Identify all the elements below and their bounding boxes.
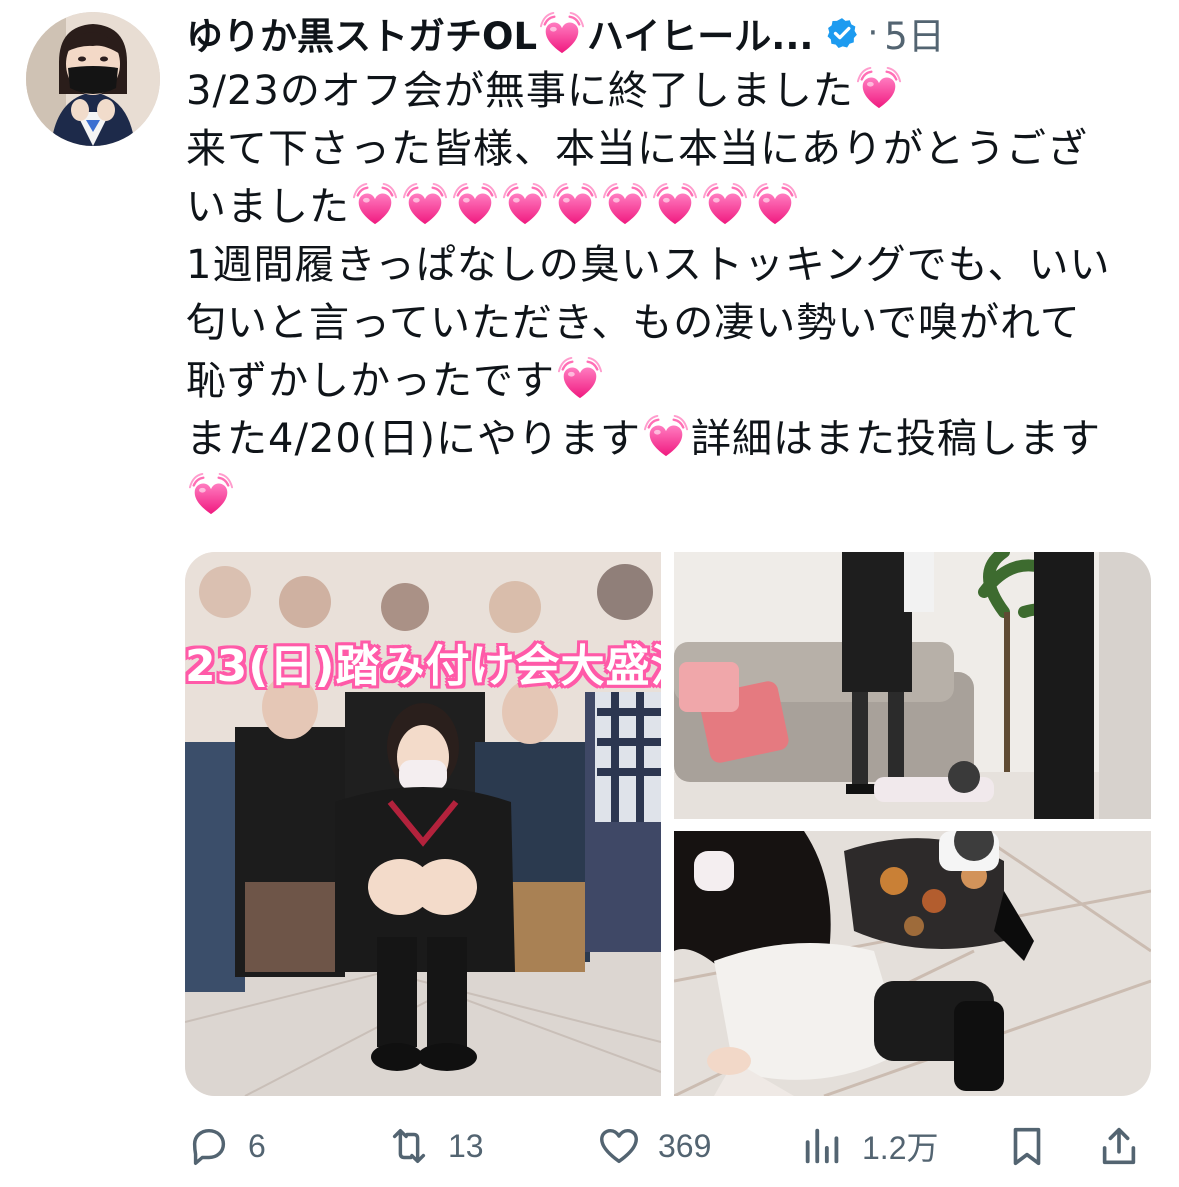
tweet-line-7b: 詳細はまた投稿します	[691, 416, 1102, 462]
tweet-line-1: 3/23のオフ会が無事に終了しました	[186, 68, 854, 114]
timestamp[interactable]: 5日	[884, 6, 945, 60]
photo-caption-overlay: 23(日)踏み付け会大盛況	[185, 641, 661, 692]
tweet-line-2: 来て下さった皆様、本当に本当にありがとうござ	[186, 126, 1088, 172]
share-icon	[1102, 1127, 1136, 1165]
tweet-line-6: 恥ずかしかったです	[186, 358, 555, 404]
growing-heart-icon	[188, 472, 234, 518]
tweet-line-5: 匂いと言っていただき、もの凄い勢いで嗅がれて	[186, 300, 1081, 346]
growing-heart-icon	[702, 182, 748, 228]
growing-heart-icon	[552, 182, 598, 228]
author-name-text: ゆりか黒ストガチOL	[186, 15, 538, 58]
tweet-line-4: 1週間履きっぱなしの臭いストッキングでも、いい	[186, 242, 1111, 288]
growing-heart-icon	[643, 414, 689, 460]
growing-heart-icon	[602, 182, 648, 228]
tweet-line-7a: また4/20(日)にやります	[186, 416, 642, 462]
media-photo-3[interactable]	[674, 831, 1151, 1096]
growing-heart-icon	[452, 182, 498, 228]
views-count: 1.2万	[862, 1130, 939, 1166]
retweet-icon	[392, 1128, 426, 1164]
media-photo-2[interactable]	[674, 552, 1151, 819]
bookmark-button[interactable]	[1004, 1118, 1050, 1174]
tweet-action-bar: 6 13 369 1.2万	[186, 1118, 1148, 1174]
avatar-image	[26, 12, 160, 146]
media-grid: 23(日)踏み付け会大盛況	[185, 552, 1151, 1096]
living-room-photo-image	[674, 552, 1151, 819]
media-photo-1[interactable]: 23(日)踏み付け会大盛況	[185, 552, 661, 1096]
growing-heart-icon	[352, 182, 398, 228]
reply-button[interactable]: 6	[186, 1118, 266, 1174]
views-icon	[805, 1128, 839, 1164]
bookmark-icon	[1013, 1127, 1041, 1166]
like-button[interactable]: 369	[596, 1118, 711, 1174]
like-count: 369	[658, 1127, 712, 1164]
growing-heart-icon	[402, 182, 448, 228]
verified-badge-icon[interactable]	[825, 16, 859, 50]
heart-row	[350, 184, 800, 230]
growing-heart-icon	[652, 182, 698, 228]
tweet-line-3: いました	[186, 184, 350, 230]
tweet-header: ゆりか黒ストガチOL ハイヒール... · 5日	[186, 10, 1166, 58]
floor-scene-photo-image	[674, 831, 1151, 1096]
author-display-name[interactable]: ゆりか黒ストガチOL ハイヒール...	[186, 6, 813, 60]
share-button[interactable]	[1096, 1118, 1142, 1174]
reply-count: 6	[248, 1127, 266, 1164]
tweet-text: 3/23のオフ会が無事に終了しました 来て下さった皆様、本当に本当にありがとうご…	[186, 62, 1161, 526]
retweet-count: 13	[448, 1127, 484, 1164]
avatar[interactable]	[26, 12, 160, 146]
growing-heart-icon	[752, 182, 798, 228]
separator-dot: ·	[867, 13, 879, 53]
growing-heart-icon	[557, 356, 603, 402]
heart-icon	[600, 1128, 638, 1164]
growing-heart-icon	[539, 11, 585, 57]
retweet-button[interactable]: 13	[386, 1118, 484, 1174]
growing-heart-icon	[502, 182, 548, 228]
growing-heart-icon	[856, 66, 902, 112]
author-name-suffix: ハイヒール...	[587, 15, 814, 58]
reply-icon	[192, 1128, 226, 1165]
views-button[interactable]: 1.2万	[800, 1118, 939, 1174]
